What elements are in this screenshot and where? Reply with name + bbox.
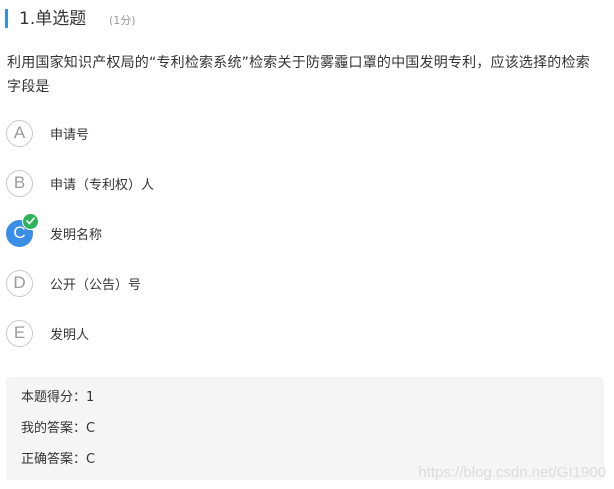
option-letter-circle: A — [6, 119, 33, 147]
option-label: 发明人 — [50, 327, 90, 343]
option-letter-circle-selected: C — [6, 212, 39, 247]
option-label: 申请（专利权）人 — [50, 177, 155, 193]
option-letter-circle: D — [6, 269, 33, 297]
score-line: 本题得分：1 — [21, 390, 95, 405]
option-letter-circle: E — [6, 319, 33, 347]
option-a[interactable]: A 申请号 — [6, 118, 89, 148]
my-answer-line: 我的答案：C — [21, 421, 96, 436]
option-b[interactable]: B 申请（专利权）人 — [6, 168, 154, 198]
question-header-bar — [5, 9, 8, 28]
check-icon — [22, 212, 39, 230]
option-label: 发明名称 — [50, 227, 103, 243]
option-e[interactable]: E 发明人 — [6, 318, 89, 348]
question-title: 1.单选题 — [19, 9, 87, 29]
option-c[interactable]: C 发明名称 — [6, 212, 103, 248]
question-points: (1分) — [109, 14, 136, 27]
option-label: 申请号 — [50, 127, 90, 143]
correct-answer-line: 正确答案：C — [21, 452, 96, 467]
watermark: https://blog.csdn.net/GI1900 — [418, 464, 606, 481]
option-label: 公开（公告）号 — [50, 277, 142, 293]
question-text: 利用国家知识产权局的“专利检索系统”检索关于防雾霾口罩的中国发明专利，应该选择的… — [7, 55, 590, 95]
option-letter-circle: B — [6, 169, 33, 197]
option-d[interactable]: D 公开（公告）号 — [6, 268, 141, 298]
